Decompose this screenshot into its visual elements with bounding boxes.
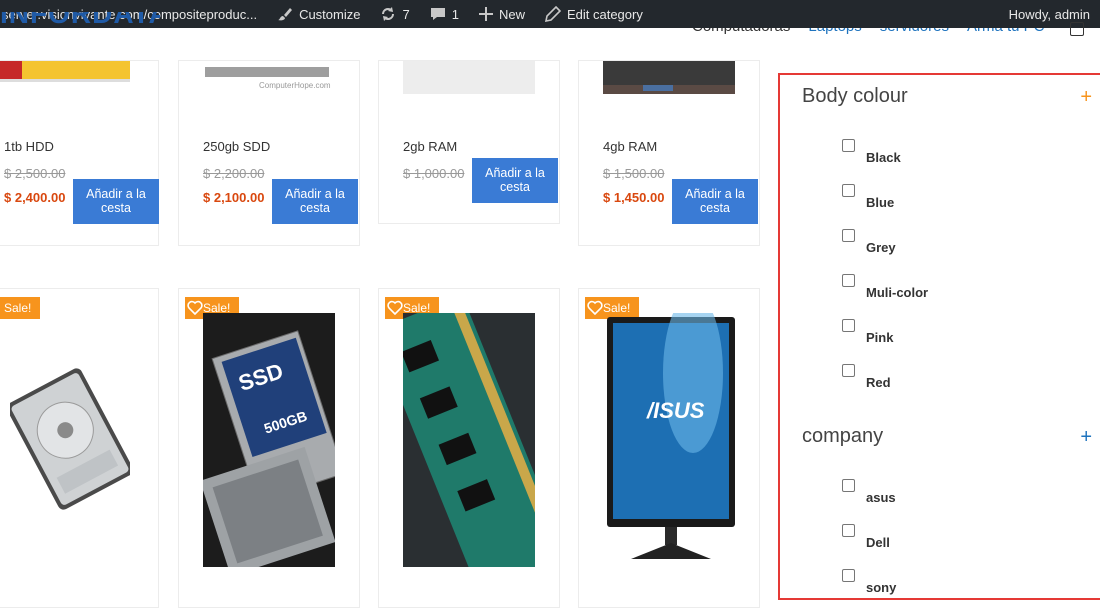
- site-logo-text: INFORDATA: [0, 12, 160, 29]
- filter-option-sony[interactable]: sony: [842, 569, 896, 595]
- refresh-icon: [380, 6, 396, 22]
- filter-option-black[interactable]: Black: [842, 139, 901, 165]
- option-label: sony: [866, 580, 897, 595]
- product-image[interactable]: [0, 61, 130, 83]
- filter-option-asus[interactable]: asus: [842, 479, 896, 505]
- comment-icon: [430, 6, 446, 22]
- my-account-link[interactable]: Howdy, admin: [1009, 7, 1100, 22]
- product-card: Sale! /ISUS: [578, 288, 760, 608]
- product-image[interactable]: [403, 313, 535, 567]
- checkbox[interactable]: [842, 274, 855, 287]
- filter-option-red[interactable]: Red: [842, 364, 891, 390]
- comments-link[interactable]: 1: [420, 0, 469, 28]
- product-card: 4gb RAM $ 1,500.00 $ 1,450.00 Añadir a l…: [578, 60, 760, 246]
- option-label: Black: [866, 150, 901, 165]
- new-label: New: [498, 6, 525, 22]
- product-card: Sale!: [378, 288, 560, 608]
- checkbox[interactable]: [842, 364, 855, 377]
- cart-icon[interactable]: [1070, 22, 1084, 36]
- product-card: Sale!: [0, 288, 159, 608]
- product-image[interactable]: ComputerHope.com: [205, 61, 337, 91]
- pencil-icon: [544, 6, 561, 22]
- product-name[interactable]: 1tb HDD: [4, 139, 54, 154]
- checkbox[interactable]: [842, 319, 855, 332]
- product-name[interactable]: 2gb RAM: [403, 139, 457, 154]
- product-card: 2gb RAM $ 1,000.00 Añadir a la cesta: [378, 60, 560, 224]
- old-price: $ 2,200.00: [203, 166, 265, 181]
- filter-option-grey[interactable]: Grey: [842, 229, 896, 255]
- expand-body-colour-icon[interactable]: +: [1080, 87, 1092, 107]
- option-label: asus: [866, 490, 896, 505]
- sale-price: $ 1,450.00: [603, 190, 665, 205]
- checkbox[interactable]: [842, 479, 855, 492]
- old-price: $ 2,500.00: [4, 166, 66, 181]
- product-image[interactable]: [403, 61, 535, 94]
- product-image[interactable]: [603, 61, 735, 94]
- admin-bar: server.visionvivante.com/compositeproduc…: [0, 0, 1100, 28]
- option-label: Dell: [866, 535, 890, 550]
- product-name[interactable]: 4gb RAM: [603, 139, 657, 154]
- product-name[interactable]: 250gb SDD: [203, 139, 270, 154]
- checkbox[interactable]: [842, 229, 855, 242]
- filter-option-blue[interactable]: Blue: [842, 184, 894, 210]
- checkbox[interactable]: [842, 524, 855, 537]
- sale-badge: Sale!: [0, 297, 40, 319]
- body-colour-title[interactable]: Body colour: [802, 85, 908, 108]
- expand-company-icon[interactable]: +: [1080, 427, 1092, 447]
- option-label: Pink: [866, 330, 894, 345]
- product-card: ComputerHope.com 250gb SDD $ 2,200.00 $ …: [178, 60, 360, 246]
- option-label: Grey: [866, 240, 896, 255]
- old-price: $ 1,000.00: [403, 166, 465, 181]
- add-to-cart-button[interactable]: Añadir a la cesta: [672, 179, 758, 224]
- product-card: Sale! SSD 500GB: [178, 288, 360, 608]
- add-to-cart-button[interactable]: Añadir a la cesta: [272, 179, 358, 224]
- edit-category-link[interactable]: Edit category: [535, 0, 653, 28]
- site-logo[interactable]: INFORDATA: [0, 12, 160, 30]
- customize-label: Customize: [299, 6, 361, 22]
- old-price: $ 1,500.00: [603, 166, 665, 181]
- filter-option-dell[interactable]: Dell: [842, 524, 890, 550]
- add-to-cart-button[interactable]: Añadir a la cesta: [472, 158, 558, 203]
- sale-price: $ 2,100.00: [203, 190, 265, 205]
- checkbox[interactable]: [842, 139, 855, 152]
- edit-category-label: Edit category: [566, 6, 643, 22]
- updates-count: 7: [402, 6, 410, 22]
- heart-icon[interactable]: [387, 300, 403, 320]
- option-label: Red: [866, 375, 891, 390]
- filter-panel: Body colour + Black Blue Grey Muli-color…: [778, 73, 1100, 600]
- product-image[interactable]: [10, 359, 130, 519]
- svg-text:/ISUS: /ISUS: [646, 398, 705, 423]
- new-content-link[interactable]: New: [469, 0, 535, 28]
- updates-link[interactable]: 7: [370, 0, 419, 28]
- product-image[interactable]: /ISUS: [603, 313, 739, 573]
- sale-badge-text: Sale!: [4, 301, 32, 315]
- product-card: 1tb HDD $ 2,500.00 $ 2,400.00 Añadir a l…: [0, 60, 159, 246]
- filter-option-pink[interactable]: Pink: [842, 319, 893, 345]
- heart-icon[interactable]: [187, 300, 203, 320]
- customize-link[interactable]: Customize: [267, 0, 370, 28]
- checkbox[interactable]: [842, 184, 855, 197]
- svg-text:ComputerHope.com: ComputerHope.com: [259, 81, 331, 90]
- howdy-label: Howdy, admin: [1008, 6, 1090, 22]
- checkbox[interactable]: [842, 569, 855, 582]
- company-title[interactable]: company: [802, 425, 883, 448]
- brush-icon: [277, 6, 293, 22]
- heart-icon[interactable]: [587, 300, 603, 320]
- filter-option-muli-color[interactable]: Muli-color: [842, 274, 928, 300]
- add-to-cart-button[interactable]: Añadir a la cesta: [73, 179, 159, 224]
- sale-price: $ 2,400.00: [4, 190, 66, 205]
- plus-icon: [478, 7, 493, 21]
- product-image[interactable]: SSD 500GB: [203, 313, 335, 567]
- option-label: Blue: [866, 195, 895, 210]
- comments-count: 1: [451, 6, 459, 22]
- option-label: Muli-color: [866, 285, 929, 300]
